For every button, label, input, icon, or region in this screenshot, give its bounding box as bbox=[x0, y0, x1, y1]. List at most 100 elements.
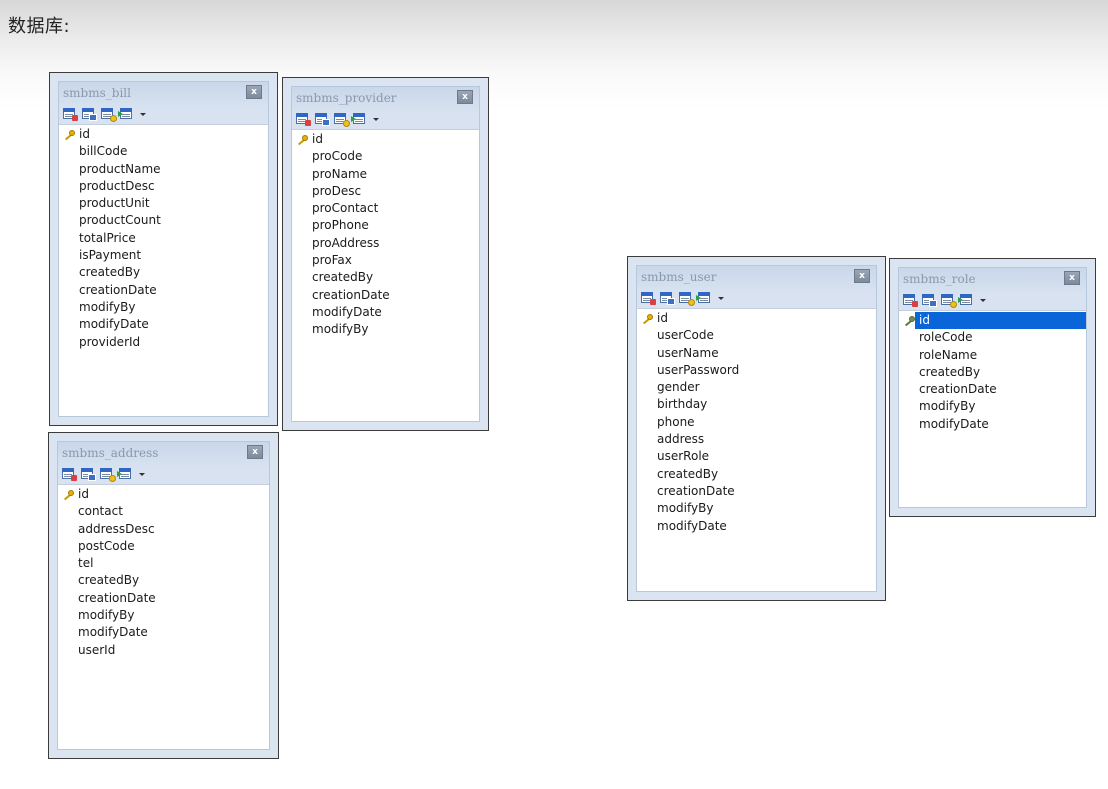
table-remove-icon[interactable] bbox=[81, 468, 96, 481]
field-row[interactable]: createdBy bbox=[59, 264, 268, 281]
field-row[interactable]: userRole bbox=[637, 448, 876, 465]
field-row[interactable]: isPayment bbox=[59, 247, 268, 264]
field-row[interactable]: tel bbox=[58, 555, 269, 572]
field-row[interactable]: postCode bbox=[58, 538, 269, 555]
field-row[interactable]: proCode bbox=[292, 148, 479, 165]
field-row[interactable]: createdBy bbox=[637, 466, 876, 483]
field-row[interactable]: modifyBy bbox=[59, 299, 268, 316]
field-row[interactable]: modifyBy bbox=[58, 607, 269, 624]
close-icon[interactable]: x bbox=[247, 445, 263, 459]
field-row[interactable]: addressDesc bbox=[58, 521, 269, 538]
field-row[interactable]: proAddress bbox=[292, 235, 479, 252]
field-row[interactable]: contact bbox=[58, 503, 269, 520]
field-row[interactable]: createdBy bbox=[292, 269, 479, 286]
field-row[interactable]: createdBy bbox=[899, 364, 1086, 381]
table-panel-smbms-provider[interactable]: smbms_provider x id proCode proName proDesc pr… bbox=[282, 77, 489, 431]
import-icon[interactable] bbox=[118, 108, 134, 120]
field-row[interactable]: productName bbox=[59, 161, 268, 178]
table-remove-icon[interactable] bbox=[82, 108, 97, 121]
field-row[interactable]: proPhone bbox=[292, 217, 479, 234]
field-row[interactable]: productCount bbox=[59, 212, 268, 229]
field-row[interactable]: proFax bbox=[292, 252, 479, 269]
field-row[interactable]: creationDate bbox=[637, 483, 876, 500]
field-name: billCode bbox=[79, 144, 128, 159]
field-row[interactable]: id bbox=[904, 312, 1086, 330]
field-name: modifyBy bbox=[657, 501, 714, 516]
field-row[interactable]: address bbox=[637, 431, 876, 448]
import-icon[interactable] bbox=[696, 292, 712, 304]
field-row[interactable]: modifyDate bbox=[59, 316, 268, 333]
field-row[interactable]: gender bbox=[637, 379, 876, 396]
field-row[interactable]: id bbox=[58, 486, 269, 503]
table-remove-icon[interactable] bbox=[660, 292, 675, 305]
key-toggle-icon[interactable] bbox=[100, 468, 116, 482]
field-name: proFax bbox=[312, 253, 352, 268]
field-row[interactable]: id bbox=[292, 131, 479, 148]
field-row[interactable]: roleCode bbox=[899, 329, 1086, 346]
key-toggle-icon[interactable] bbox=[101, 108, 117, 122]
field-row[interactable]: id bbox=[637, 310, 876, 327]
field-row[interactable]: modifyDate bbox=[899, 416, 1086, 433]
import-icon[interactable] bbox=[958, 294, 974, 306]
field-name: providerId bbox=[79, 334, 141, 349]
field-row[interactable]: modifyDate bbox=[292, 304, 479, 321]
table-add-icon[interactable] bbox=[63, 108, 78, 121]
field-row[interactable]: creationDate bbox=[59, 282, 268, 299]
table-add-icon[interactable] bbox=[62, 468, 77, 481]
table-remove-icon[interactable] bbox=[922, 294, 937, 307]
field-row[interactable]: providerId bbox=[59, 334, 268, 351]
close-icon[interactable]: x bbox=[854, 269, 870, 283]
field-row[interactable]: createdBy bbox=[58, 572, 269, 589]
field-row[interactable]: proContact bbox=[292, 200, 479, 217]
key-toggle-icon[interactable] bbox=[679, 292, 695, 306]
field-row[interactable]: modifyDate bbox=[637, 518, 876, 535]
table-add-icon[interactable] bbox=[641, 292, 656, 305]
dropdown-arrow-icon[interactable] bbox=[717, 292, 725, 304]
table-remove-icon[interactable] bbox=[315, 113, 330, 126]
field-row[interactable]: userCode bbox=[637, 327, 876, 344]
dropdown-arrow-icon[interactable] bbox=[138, 468, 146, 480]
field-row[interactable]: creationDate bbox=[58, 590, 269, 607]
field-row[interactable]: creationDate bbox=[899, 381, 1086, 398]
field-row[interactable]: phone bbox=[637, 414, 876, 431]
table-add-icon[interactable] bbox=[296, 113, 311, 126]
field-row[interactable]: productUnit bbox=[59, 195, 268, 212]
field-row[interactable]: birthday bbox=[637, 396, 876, 413]
table-add-icon[interactable] bbox=[903, 294, 918, 307]
field-row[interactable]: billCode bbox=[59, 143, 268, 160]
dropdown-arrow-icon[interactable] bbox=[979, 294, 987, 306]
key-toggle-icon[interactable] bbox=[941, 294, 957, 308]
table-panel-smbms-user[interactable]: smbms_user x id userCode userName userPasswor… bbox=[627, 256, 886, 601]
import-icon[interactable] bbox=[117, 468, 133, 480]
field-row[interactable]: totalPrice bbox=[59, 230, 268, 247]
field-row[interactable]: proName bbox=[292, 166, 479, 183]
import-icon[interactable] bbox=[351, 113, 367, 125]
field-row[interactable]: productDesc bbox=[59, 178, 268, 195]
table-panel-smbms-role[interactable]: smbms_role x id roleCode roleName createdBy cr… bbox=[889, 258, 1096, 517]
field-row[interactable]: id bbox=[59, 126, 268, 143]
close-icon[interactable]: x bbox=[1064, 271, 1080, 285]
field-name: addressDesc bbox=[78, 521, 155, 536]
close-icon[interactable]: x bbox=[457, 90, 473, 104]
field-list: id billCode productName productDesc productU… bbox=[59, 124, 268, 416]
field-row[interactable]: creationDate bbox=[292, 287, 479, 304]
dropdown-arrow-icon[interactable] bbox=[372, 113, 380, 125]
key-toggle-icon[interactable] bbox=[334, 113, 350, 127]
field-row[interactable]: roleName bbox=[899, 347, 1086, 364]
primary-key-icon bbox=[62, 490, 74, 501]
field-row[interactable]: modifyBy bbox=[637, 500, 876, 517]
table-panel-smbms-bill[interactable]: smbms_bill x id billCode productName productD… bbox=[49, 72, 278, 426]
field-row[interactable]: userId bbox=[58, 642, 269, 659]
field-row[interactable]: userName bbox=[637, 345, 876, 362]
field-list: id roleCode roleName createdBy creationDate m… bbox=[899, 310, 1086, 507]
field-row[interactable]: modifyDate bbox=[58, 624, 269, 641]
table-panel-smbms-address[interactable]: smbms_address x id contact addressDesc postCo… bbox=[48, 432, 279, 759]
field-row[interactable]: modifyBy bbox=[292, 321, 479, 338]
field-row[interactable]: modifyBy bbox=[899, 398, 1086, 415]
field-name: creationDate bbox=[657, 483, 735, 498]
dropdown-arrow-icon[interactable] bbox=[139, 108, 147, 120]
field-row[interactable]: proDesc bbox=[292, 183, 479, 200]
field-name: modifyDate bbox=[657, 518, 727, 533]
close-icon[interactable]: x bbox=[246, 85, 262, 99]
field-row[interactable]: userPassword bbox=[637, 362, 876, 379]
